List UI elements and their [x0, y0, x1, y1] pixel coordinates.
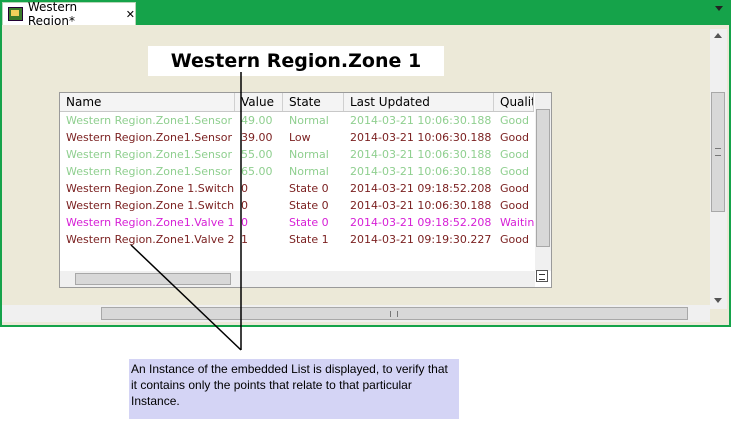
horizontal-scrollbar[interactable]	[2, 305, 710, 322]
cell-state: Normal	[289, 165, 329, 178]
scroll-up-icon[interactable]	[714, 33, 722, 38]
cell-value: 1	[241, 233, 248, 246]
cell-quality: Good	[500, 114, 529, 127]
list-vertical-scrollbar[interactable]	[535, 93, 551, 271]
cell-quality: Good	[500, 165, 529, 178]
list-vertical-scroll-thumb[interactable]	[536, 109, 550, 247]
list-horizontal-scrollbar[interactable]	[60, 271, 535, 287]
vertical-scrollbar[interactable]	[710, 29, 727, 309]
cell-last-updated: 2014-03-21 10:06:30.188	[350, 148, 492, 161]
column-header-qualit[interactable]: Qualit	[494, 93, 534, 111]
cell-state: State 0	[289, 199, 329, 212]
cell-quality: Good	[500, 199, 529, 212]
page-title: Western Region.Zone 1	[148, 46, 444, 76]
table-row[interactable]: Western Region.Zone 1.Switch 2 0 State 0 20…	[60, 197, 534, 214]
list-options-icon[interactable]	[536, 270, 548, 282]
horizontal-scroll-thumb[interactable]	[101, 307, 688, 320]
cell-value: 39.00	[241, 131, 273, 144]
cell-last-updated: 2014-03-21 09:18:52.208	[350, 216, 492, 229]
table-row[interactable]: Western Region.Zone1.Valve 1 0 State 0 2014…	[60, 214, 534, 231]
cell-quality: Good	[500, 131, 529, 144]
close-icon[interactable]: ✕	[126, 8, 135, 21]
cell-name: Western Region.Zone1.Sensor 2	[66, 131, 235, 144]
cell-quality: Good	[500, 182, 529, 195]
tab-title: Western Region*	[27, 0, 78, 28]
cell-quality: Good	[500, 233, 529, 246]
cell-name: Western Region.Zone1.Sensor 3	[66, 148, 235, 161]
mimic-icon	[8, 7, 23, 21]
cell-last-updated: 2014-03-21 10:06:30.188	[350, 131, 492, 144]
list-horizontal-scroll-thumb[interactable]	[75, 273, 231, 285]
embedded-list: Name Value State Last Updated Qualit Western…	[59, 92, 552, 288]
cell-last-updated: 2014-03-21 10:06:30.188	[350, 199, 492, 212]
scroll-down-icon[interactable]	[714, 298, 722, 303]
cell-last-updated: 2014-03-21 10:06:30.188	[350, 114, 492, 127]
table-row[interactable]: Western Region.Zone1.Sensor 2 39.00 Low 201…	[60, 129, 534, 146]
cell-quality: Good	[500, 148, 529, 161]
cell-value: 0	[241, 216, 248, 229]
cell-quality: Waitin	[500, 216, 534, 229]
cell-last-updated: 2014-03-21 09:19:30.227	[350, 233, 492, 246]
cell-value: 65.00	[241, 165, 273, 178]
table-row[interactable]: Western Region.Zone1.Valve 2 1 State 1 2014…	[60, 231, 534, 248]
cell-name: Western Region.Zone1.Sensor 4	[66, 165, 235, 178]
cell-value: 49.00	[241, 114, 273, 127]
cell-state: State 0	[289, 182, 329, 195]
cell-name: Western Region.Zone 1.Switch 2	[66, 199, 235, 212]
cell-name: Western Region.Zone1.Valve 2	[66, 233, 235, 246]
cell-state: State 0	[289, 216, 329, 229]
annotation-note: An Instance of the embedded List is disp…	[129, 359, 459, 419]
document-tab[interactable]: Western Region* ✕	[2, 0, 136, 28]
chevron-down-icon[interactable]	[715, 6, 723, 11]
table-row[interactable]: Western Region.Zone1.Sensor 1 49.00 Normal…	[60, 112, 534, 129]
vertical-scroll-thumb[interactable]	[711, 92, 725, 212]
column-header-last-updated[interactable]: Last Updated	[344, 93, 494, 111]
cell-value: 55.00	[241, 148, 273, 161]
cell-state: Low	[289, 131, 311, 144]
cell-name: Western Region.Zone1.Sensor 1	[66, 114, 235, 127]
cell-state: Normal	[289, 148, 329, 161]
cell-state: Normal	[289, 114, 329, 127]
cell-last-updated: 2014-03-21 09:18:52.208	[350, 182, 492, 195]
column-header-name[interactable]: Name	[60, 93, 235, 111]
cell-state: State 1	[289, 233, 329, 246]
cell-value: 0	[241, 182, 248, 195]
column-header-state[interactable]: State	[283, 93, 344, 111]
table-row[interactable]: Western Region.Zone1.Sensor 4 65.00 Normal…	[60, 163, 534, 180]
cell-name: Western Region.Zone 1.Switch 1	[66, 182, 235, 195]
list-header: Name Value State Last Updated Qualit	[60, 93, 534, 112]
cell-name: Western Region.Zone1.Valve 1	[66, 216, 235, 229]
column-header-value[interactable]: Value	[235, 93, 283, 111]
document-window: Western Region* ✕ Western Region.Zone 1 …	[0, 0, 731, 327]
cell-last-updated: 2014-03-21 10:06:30.188	[350, 165, 492, 178]
cell-value: 0	[241, 199, 248, 212]
table-row[interactable]: Western Region.Zone 1.Switch 1 0 State 0 20…	[60, 180, 534, 197]
mimic-canvas: Western Region.Zone 1 Name Value State Last…	[2, 25, 729, 325]
table-row[interactable]: Western Region.Zone1.Sensor 3 55.00 Normal…	[60, 146, 534, 163]
